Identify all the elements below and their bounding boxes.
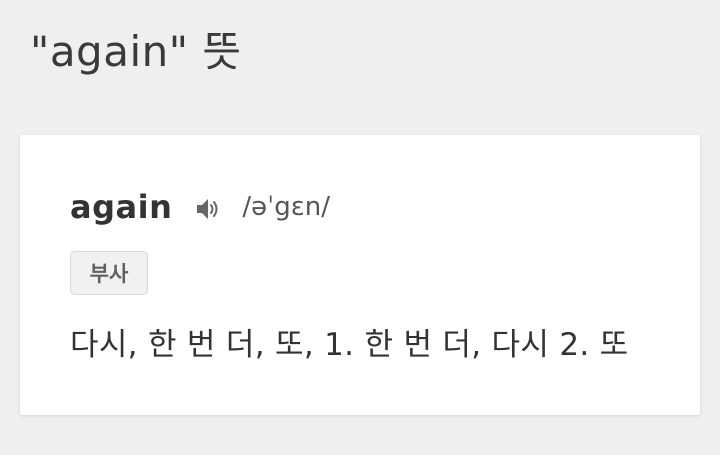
- headword: again: [70, 188, 173, 226]
- definition-card: again /əˈgɛn/ 부사 다시, 한 번 더, 또, 1. 한 번 더,…: [20, 135, 700, 415]
- page-title: "again" 뜻: [30, 27, 242, 76]
- part-of-speech-badge: 부사: [70, 251, 148, 295]
- speaker-icon[interactable]: [194, 195, 222, 223]
- definition-text: 다시, 한 번 더, 또, 1. 한 번 더, 다시 2. 또: [70, 327, 629, 363]
- word-header: again /əˈgɛn/: [70, 187, 330, 227]
- pronunciation: /əˈgɛn/: [242, 192, 331, 222]
